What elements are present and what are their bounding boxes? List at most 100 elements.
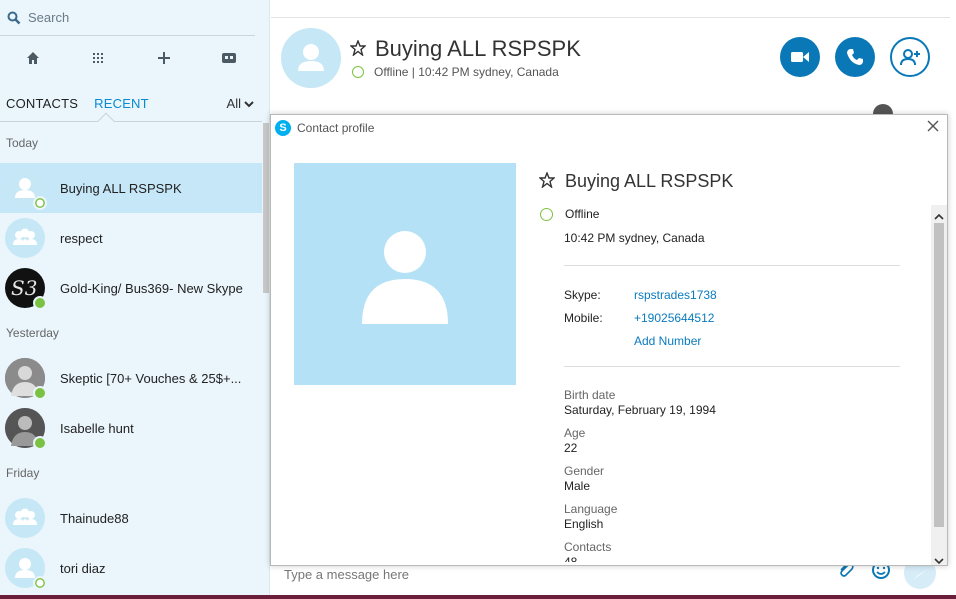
contact-name: Buying ALL RSPSPK [60, 180, 182, 196]
offline-status-icon [540, 207, 553, 221]
list-item[interactable]: Buying ALL RSPSPK [0, 163, 262, 213]
home-button[interactable] [13, 44, 53, 72]
list-item[interactable]: Skeptic [70+ Vouches & 25$+... [0, 353, 262, 403]
mobile-number-link[interactable]: +19025644512 [634, 311, 714, 325]
avatar[interactable] [281, 28, 341, 88]
person-icon [298, 44, 324, 71]
list-item[interactable]: respect [0, 213, 262, 263]
list-item[interactable]: Isabelle hunt [0, 403, 262, 453]
status-text: Offline [565, 207, 600, 221]
favorite-star-icon[interactable] [538, 171, 556, 191]
field-value: 48 [564, 555, 578, 562]
skype-label: Skype: [564, 288, 601, 302]
section-header: Today [6, 136, 39, 150]
close-button[interactable] [927, 120, 939, 135]
field-value: English [564, 517, 604, 531]
contact-name: tori diaz [60, 560, 106, 576]
dialog-title: Contact profile [297, 121, 375, 135]
phone-icon [847, 49, 863, 65]
recent-list: Today Buying ALL RSPSPK respect S3 Gold-… [0, 123, 262, 593]
group-icon [13, 228, 37, 245]
list-item[interactable]: S3 Gold-King/ Bus369- New Skype [0, 263, 262, 313]
gender-field: Gender Male [564, 464, 604, 493]
svg-text:S3: S3 [11, 276, 37, 300]
add-people-button[interactable] [890, 37, 930, 77]
online-status-icon [33, 436, 47, 450]
message-input[interactable]: Type a message here [284, 567, 409, 582]
skype-name-link[interactable]: rspstrades1738 [634, 288, 717, 302]
age-field: Age 22 [564, 426, 585, 455]
scroll-up-icon[interactable] [934, 209, 944, 220]
mobile-label: Mobile: [564, 311, 603, 325]
skype-row: Skype: rspstrades1738 [564, 288, 717, 302]
group-icon [13, 508, 37, 525]
avatar [5, 168, 47, 210]
section-header: Friday [6, 466, 40, 480]
dialpad-button[interactable] [78, 44, 118, 72]
status-text: Offline | 10:42 PM sydney, Canada [374, 65, 559, 79]
sidebar-scrollbar[interactable] [262, 123, 269, 599]
call-button[interactable] [835, 37, 875, 77]
plus-icon [157, 52, 170, 64]
close-icon [927, 120, 939, 132]
chevron-down-icon [244, 100, 254, 107]
contact-name: Thainude88 [60, 510, 129, 526]
scrollbar-thumb[interactable] [263, 123, 269, 293]
field-label: Language [564, 502, 618, 516]
online-status-icon [33, 386, 47, 400]
field-value: Male [564, 479, 591, 493]
bots-button[interactable] [209, 44, 249, 72]
sidebar-toolbar [0, 42, 262, 74]
search-input[interactable]: Search [28, 10, 69, 25]
field-label: Birth date [564, 388, 616, 402]
taskbar-edge [0, 595, 956, 599]
field-label: Gender [564, 464, 605, 478]
filter-label: All [226, 96, 241, 111]
filter-dropdown[interactable]: All [227, 96, 254, 111]
video-camera-icon [791, 52, 809, 62]
add-button[interactable] [144, 44, 184, 72]
tab-recent[interactable]: RECENT [94, 96, 149, 111]
avatar [5, 408, 47, 450]
avatar: S3 [5, 268, 47, 310]
birth-date-field: Birth date Saturday, February 19, 1994 [564, 388, 716, 417]
avatar [5, 358, 47, 400]
dialog-scrollbar[interactable] [931, 205, 947, 565]
dialog-titlebar: S Contact profile [271, 115, 947, 141]
search-bar[interactable]: Search [0, 0, 255, 36]
sidebar: Search CONTACTS RECENT All Today Buying … [0, 0, 270, 599]
offline-status-icon [33, 576, 47, 590]
scroll-down-icon[interactable] [934, 553, 944, 565]
home-icon [26, 52, 39, 64]
contact-name: Gold-King/ Bus369- New Skype [60, 280, 243, 296]
favorite-star-icon[interactable] [349, 39, 367, 59]
scrollbar-thumb[interactable] [934, 223, 944, 527]
list-item[interactable]: Thainude88 [0, 493, 262, 543]
video-call-button[interactable] [780, 37, 820, 77]
contacts-field: Contacts 48 [564, 540, 611, 562]
field-value: 22 [564, 441, 578, 455]
profile-picture [294, 163, 516, 385]
field-label: Age [564, 426, 586, 440]
divider [564, 366, 900, 367]
divider [271, 17, 950, 18]
online-status-icon [33, 296, 47, 310]
bot-icon [222, 53, 237, 63]
avatar [5, 498, 45, 538]
add-person-icon [900, 49, 920, 66]
language-field: Language English [564, 502, 617, 531]
header-status: Offline | 10:42 PM sydney, Canada [352, 65, 559, 79]
list-item[interactable]: tori diaz [0, 543, 262, 593]
add-number-link[interactable]: Add Number [634, 334, 701, 348]
conversation-title: Buying ALL RSPSPK [375, 36, 581, 61]
offline-status-icon [352, 66, 364, 78]
avatar [5, 218, 45, 258]
tab-contacts[interactable]: CONTACTS [6, 96, 78, 111]
field-value: Saturday, February 19, 1994 [564, 403, 716, 417]
dialpad-icon [93, 53, 104, 63]
skype-logo-icon: S [275, 120, 291, 136]
contact-name: Isabelle hunt [60, 420, 134, 436]
contact-profile-dialog: S Contact profile Buying ALL RSPSPK Offl… [270, 114, 948, 566]
contact-name: respect [60, 230, 103, 246]
person-icon [362, 231, 448, 324]
